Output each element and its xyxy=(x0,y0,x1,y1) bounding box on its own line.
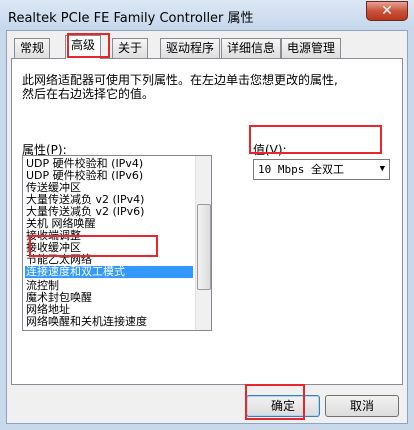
list-item[interactable]: 网络唤醒和关机连接速度 xyxy=(25,316,193,328)
list-item-selected[interactable]: 连接速度和双工模式 xyxy=(25,266,193,278)
tab-details[interactable]: 详细信息 xyxy=(221,38,282,58)
value-dropdown[interactable]: 10 Mbps 全双工 ▼ xyxy=(253,159,390,180)
description-line-1: 此网络适配器可使用下列属性。在左边单击您想更改的属性, xyxy=(22,73,338,87)
tab-power-management[interactable]: 电源管理 xyxy=(281,38,342,58)
value-label: 值(V): xyxy=(253,143,287,157)
tab-general[interactable]: 常规 xyxy=(14,38,51,58)
tab-advanced[interactable]: 高级 xyxy=(65,35,102,59)
description-text: 此网络适配器可使用下列属性。在左边单击您想更改的属性, 然后在右边选择它的值。 xyxy=(22,73,338,101)
description-line-2: 然后在右边选择它的值。 xyxy=(22,87,155,101)
close-button[interactable]: ✕ xyxy=(366,1,408,21)
cancel-button[interactable]: 取消 xyxy=(325,395,399,417)
window-title: Realtek PCIe FE Family Controller 属性 xyxy=(8,11,254,26)
property-listbox[interactable]: UDP 硬件校验和 (IPv4) UDP 硬件校验和 (IPv6) 传送缓冲区 … xyxy=(22,155,212,331)
scrollbar-thumb[interactable] xyxy=(197,204,211,290)
chevron-down-icon: ▼ xyxy=(379,164,385,174)
tab-about[interactable]: 关于 xyxy=(112,38,149,58)
ok-button[interactable]: 确定 xyxy=(246,395,320,417)
close-icon: ✕ xyxy=(381,3,393,19)
value-dropdown-text: 10 Mbps 全双工 xyxy=(258,163,344,176)
title-bar: Realtek PCIe FE Family Controller 属性 ✕ xyxy=(0,0,414,30)
advanced-tab-panel: 此网络适配器可使用下列属性。在左边单击您想更改的属性, 然后在右边选择它的值。 … xyxy=(11,58,403,385)
tab-driver[interactable]: 驱动程序 xyxy=(160,38,221,58)
list-scrollbar[interactable] xyxy=(195,156,211,330)
dialog-body: 常规 高级 关于 驱动程序 详细信息 电源管理 此网络适配器可使用下列属性。在左… xyxy=(6,30,408,424)
